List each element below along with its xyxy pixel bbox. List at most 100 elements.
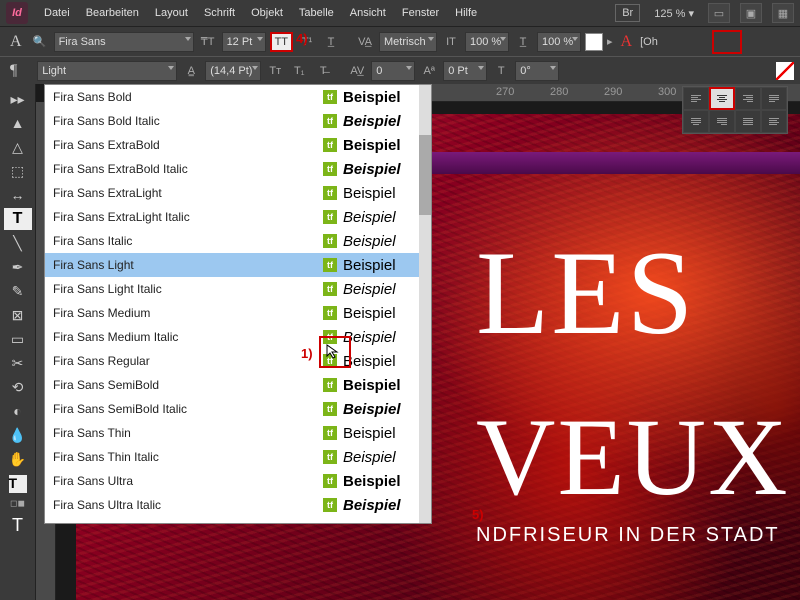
font-sample: Beispiel [343, 137, 423, 154]
font-option[interactable]: Fira Sans Ultra ItalictfBeispiel [45, 493, 431, 517]
rectangle-frame-tool[interactable]: ⊠ [4, 304, 32, 326]
char-color-icon[interactable]: A [617, 33, 637, 51]
headline-2[interactable]: VEUX [476, 394, 790, 521]
font-option[interactable]: Fira Sans BoldtfBeispiel [45, 85, 431, 109]
align-left-icon[interactable] [683, 87, 709, 110]
menu-datei[interactable]: Datei [36, 3, 78, 23]
font-option[interactable]: Fira Sans ThintfBeispiel [45, 421, 431, 445]
font-sample: Beispiel [343, 377, 423, 394]
justify-right-icon[interactable] [709, 110, 735, 133]
selection-tool[interactable]: ▲ [4, 112, 32, 134]
eyedropper-tool[interactable]: 💧 [4, 424, 32, 446]
screen-mode-icon[interactable]: ▣ [740, 3, 762, 23]
typekit-icon: tf [323, 186, 337, 200]
rectangle-tool[interactable]: ▭ [4, 328, 32, 350]
kerning-icon: VA̲ [355, 33, 375, 51]
direct-selection-tool[interactable]: △ [4, 136, 32, 158]
hscale-icon: T̲ [513, 33, 533, 51]
scrollbar[interactable] [419, 85, 431, 523]
gap-tool[interactable]: ↔ [4, 184, 32, 206]
font-option[interactable]: Fira Sans SemiBoldtfBeispiel [45, 373, 431, 397]
align-right-icon[interactable] [735, 87, 761, 110]
font-option[interactable]: Fira Sans Thin ItalictfBeispiel [45, 445, 431, 469]
annotation-1: 1) [301, 346, 313, 361]
hand-tool[interactable]: ✋ [4, 448, 32, 470]
annotation-4: 4) [296, 31, 308, 46]
font-option[interactable]: Fira Sans ExtraBold ItalictfBeispiel [45, 157, 431, 181]
page-tool[interactable]: ⬚ [4, 160, 32, 182]
font-style-dropdown[interactable]: Fira Sans BoldtfBeispielFira Sans Bold I… [44, 84, 432, 524]
font-sample: Beispiel [343, 209, 423, 226]
character-formatting-icon[interactable]: A [6, 33, 26, 51]
font-style-combo[interactable]: Light [37, 61, 177, 81]
strikethrough-icon[interactable]: T̶ [313, 62, 333, 80]
menu-layout[interactable]: Layout [147, 3, 196, 23]
subscript-icon[interactable]: T₁ [289, 62, 309, 80]
free-transform-tool[interactable]: ⟲ [4, 376, 32, 398]
kerning-combo[interactable]: Metrisch [379, 32, 437, 52]
tracking-input[interactable]: 0 [371, 61, 415, 81]
font-name-label: Fira Sans Thin [53, 426, 323, 440]
font-option[interactable]: Fira Sans Medium ItalictfBeispiel [45, 325, 431, 349]
pen-tool[interactable]: ✒ [4, 256, 32, 278]
menu-ansicht[interactable]: Ansicht [342, 3, 394, 23]
apply-color-tool[interactable]: T [4, 514, 32, 536]
gradient-swatch-tool[interactable]: ◐ [4, 400, 32, 422]
menu-bearbeiten[interactable]: Bearbeiten [78, 3, 147, 23]
font-option[interactable]: Fira Sans SemiBold ItalictfBeispiel [45, 397, 431, 421]
leading-input[interactable]: (14,4 Pt) [205, 61, 261, 81]
scissors-tool[interactable]: ✂ [4, 352, 32, 374]
justify-all-icon[interactable] [735, 110, 761, 133]
font-sample: Beispiel [343, 257, 423, 274]
menu-hilfe[interactable]: Hilfe [447, 3, 485, 23]
line-tool[interactable]: ╲ [4, 232, 32, 254]
expand-icon[interactable]: ▸▸ [4, 88, 32, 110]
type-tool[interactable]: T [4, 208, 32, 230]
smallcaps-icon[interactable]: Tᴛ [265, 62, 285, 80]
arrange-icon[interactable]: ▦ [772, 3, 794, 23]
font-option[interactable]: Fira Sans Light ItalictfBeispiel [45, 277, 431, 301]
all-caps-button[interactable]: TT [270, 32, 293, 52]
font-option[interactable]: Fira Sans ExtraLight ItalictfBeispiel [45, 205, 431, 229]
align-towards-spine-icon[interactable] [761, 110, 787, 133]
font-option[interactable]: Fira Sans ItalictfBeispiel [45, 229, 431, 253]
justify-left-icon[interactable] [761, 87, 787, 110]
menu-objekt[interactable]: Objekt [243, 3, 291, 23]
headline-1[interactable]: LES [476, 224, 695, 362]
fill-stroke-tool[interactable]: T ◻◼ [4, 472, 32, 512]
font-family-combo[interactable]: Fira Sans [54, 32, 194, 52]
pencil-tool[interactable]: ✎ [4, 280, 32, 302]
view-mode-icon[interactable]: ▭ [708, 3, 730, 23]
font-option[interactable]: Fira Sans MediumtfBeispiel [45, 301, 431, 325]
font-size-input[interactable]: 12 Pt [222, 32, 266, 52]
subhead[interactable]: NDFRISEUR IN DER STADT [476, 524, 780, 547]
fill-swatch[interactable] [585, 33, 603, 51]
font-option[interactable]: Fira Sans ExtraLighttfBeispiel [45, 181, 431, 205]
menu-fenster[interactable]: Fenster [394, 3, 447, 23]
hscale-input[interactable]: 100 % [537, 32, 581, 52]
align-center-icon[interactable] [709, 87, 735, 110]
font-name-label: Fira Sans ExtraBold Italic [53, 162, 323, 176]
menu-schrift[interactable]: Schrift [196, 3, 243, 23]
bridge-button[interactable]: Br [615, 4, 640, 22]
search-icon[interactable]: 🔍 [30, 33, 50, 51]
stroke-swatch[interactable] [776, 62, 794, 80]
scrollbar-thumb[interactable] [419, 135, 431, 215]
vscale-input[interactable]: 100 % [465, 32, 509, 52]
skew-input[interactable]: 0° [515, 61, 559, 81]
tools-panel: ▸▸ ▲ △ ⬚ ↔ T ╲ ✒ ✎ ⊠ ▭ ✂ ⟲ ◐ 💧 ✋ T ◻◼ T [0, 84, 36, 600]
font-option[interactable]: Fira Sans LighttfBeispiel [45, 253, 431, 277]
font-option[interactable]: Fira Sans Bold ItalictfBeispiel [45, 109, 431, 133]
font-option[interactable]: Fira Sans ExtraBoldtfBeispiel [45, 133, 431, 157]
typekit-icon: tf [323, 402, 337, 416]
annotation-5: 5) [472, 507, 484, 522]
baseline-input[interactable]: 0 Pt [443, 61, 487, 81]
font-option[interactable]: Fira Sans RegulartfBeispiel [45, 349, 431, 373]
zoom-level[interactable]: 125 % ▾ [650, 5, 698, 22]
menu-tabelle[interactable]: Tabelle [291, 3, 342, 23]
underline-icon[interactable]: T̲ [321, 33, 341, 51]
font-option[interactable]: Fira Sans UltratfBeispiel [45, 469, 431, 493]
justify-center-icon[interactable] [683, 110, 709, 133]
paragraph-formatting-icon[interactable]: ¶ [6, 62, 21, 80]
paragraph-align-panel [682, 86, 788, 134]
